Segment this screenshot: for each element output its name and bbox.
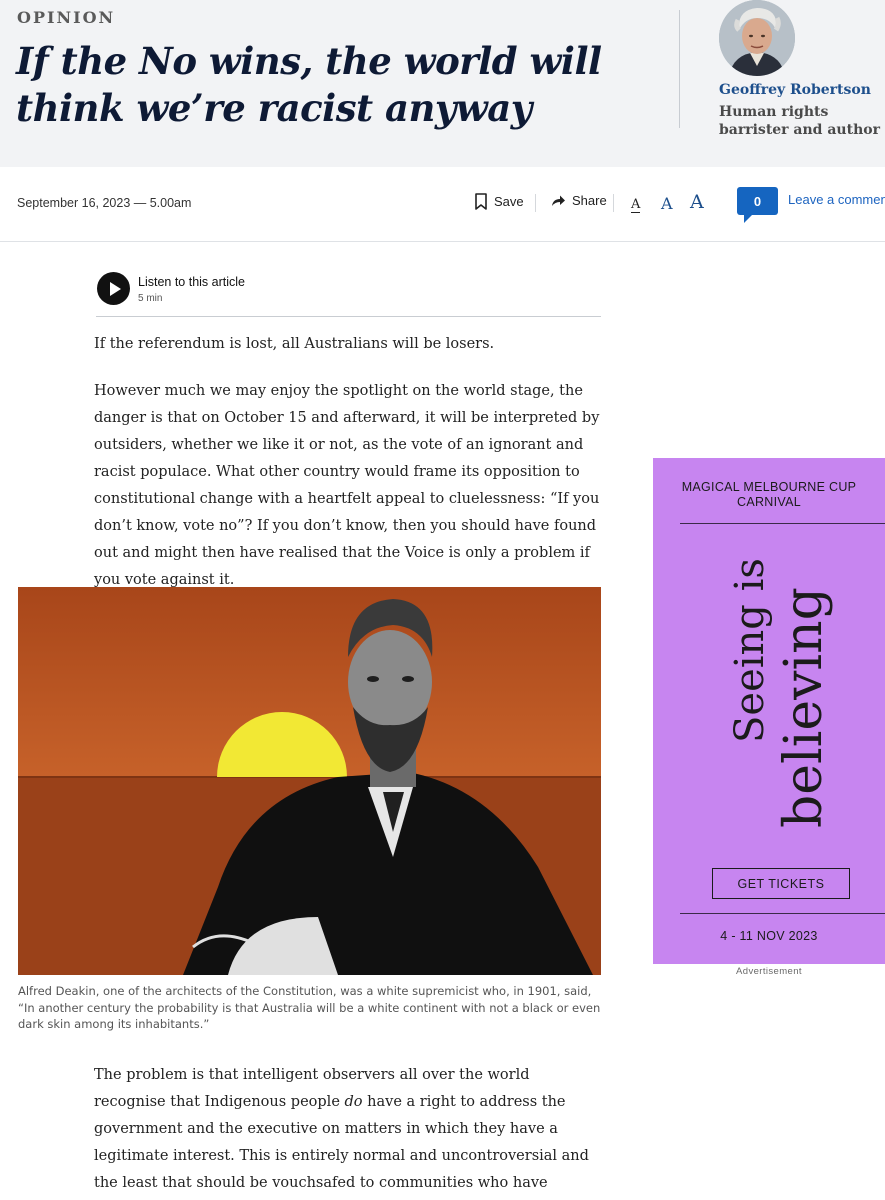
- bookmark-icon: [475, 193, 487, 210]
- article-header: OPINION If the No wins, the world will t…: [0, 0, 885, 167]
- audio-title[interactable]: Listen to this article: [138, 275, 245, 289]
- save-button[interactable]: Save: [474, 193, 524, 210]
- article-image[interactable]: [18, 587, 601, 975]
- author-avatar[interactable]: [719, 0, 795, 76]
- publish-date: September 16, 2023 — 5.00am: [17, 196, 192, 210]
- author-name-link[interactable]: Geoffrey Robertson: [719, 82, 871, 98]
- font-size-small-button[interactable]: A: [631, 198, 641, 213]
- comment-count: 0: [753, 193, 762, 209]
- toolbar-divider: [535, 194, 536, 212]
- ad-divider: [680, 523, 885, 524]
- audio-player: Listen to this article 5 min: [96, 271, 601, 317]
- get-tickets-button[interactable]: GET TICKETS: [712, 868, 850, 899]
- save-label: Save: [494, 194, 524, 209]
- image-caption: Alfred Deakin, one of the architects of …: [18, 984, 601, 1031]
- ad-dates: 4 - 11 NOV 2023: [720, 929, 818, 943]
- ad-tagline-line-2: believing: [774, 587, 834, 828]
- header-divider: [679, 10, 680, 128]
- ad-divider: [680, 913, 885, 914]
- leave-comment-link[interactable]: Leave a comment: [788, 192, 885, 207]
- share-arrow-icon: [552, 195, 565, 206]
- share-button[interactable]: Share: [551, 193, 607, 208]
- comment-bubble-icon: [744, 214, 753, 223]
- author-bio: Human rights barrister and author: [719, 104, 880, 138]
- section-kicker[interactable]: OPINION: [17, 8, 115, 27]
- share-label: Share: [572, 193, 607, 208]
- toolbar-divider: [613, 194, 614, 212]
- play-button[interactable]: [97, 272, 130, 305]
- ad-tagline: Seeing is believing: [727, 558, 834, 828]
- ad-headline: MAGICAL MELBOURNE CUP CARNIVAL: [681, 480, 857, 509]
- advertisement-banner[interactable]: MAGICAL MELBOURNE CUP CARNIVAL Seeing is…: [653, 458, 885, 964]
- font-size-medium-button[interactable]: A: [661, 194, 673, 213]
- ad-tagline-line-1: Seeing is: [727, 558, 773, 743]
- font-size-large-button[interactable]: A: [690, 191, 704, 213]
- audio-duration: 5 min: [138, 293, 163, 304]
- article-paragraph: However much we may enjoy the spotlight …: [94, 383, 600, 588]
- article-paragraph: The problem is that intelligent observer…: [94, 1067, 589, 1191]
- advertisement-label: Advertisement: [736, 966, 802, 977]
- article-toolbar: September 16, 2023 — 5.00am Save Share A…: [0, 167, 885, 242]
- emphasis: do: [344, 1094, 363, 1110]
- article-headline: If the No wins, the world will think we’…: [16, 39, 602, 130]
- comment-count-badge[interactable]: 0: [737, 187, 778, 215]
- article-paragraph: If the referendum is lost, all Australia…: [94, 336, 495, 352]
